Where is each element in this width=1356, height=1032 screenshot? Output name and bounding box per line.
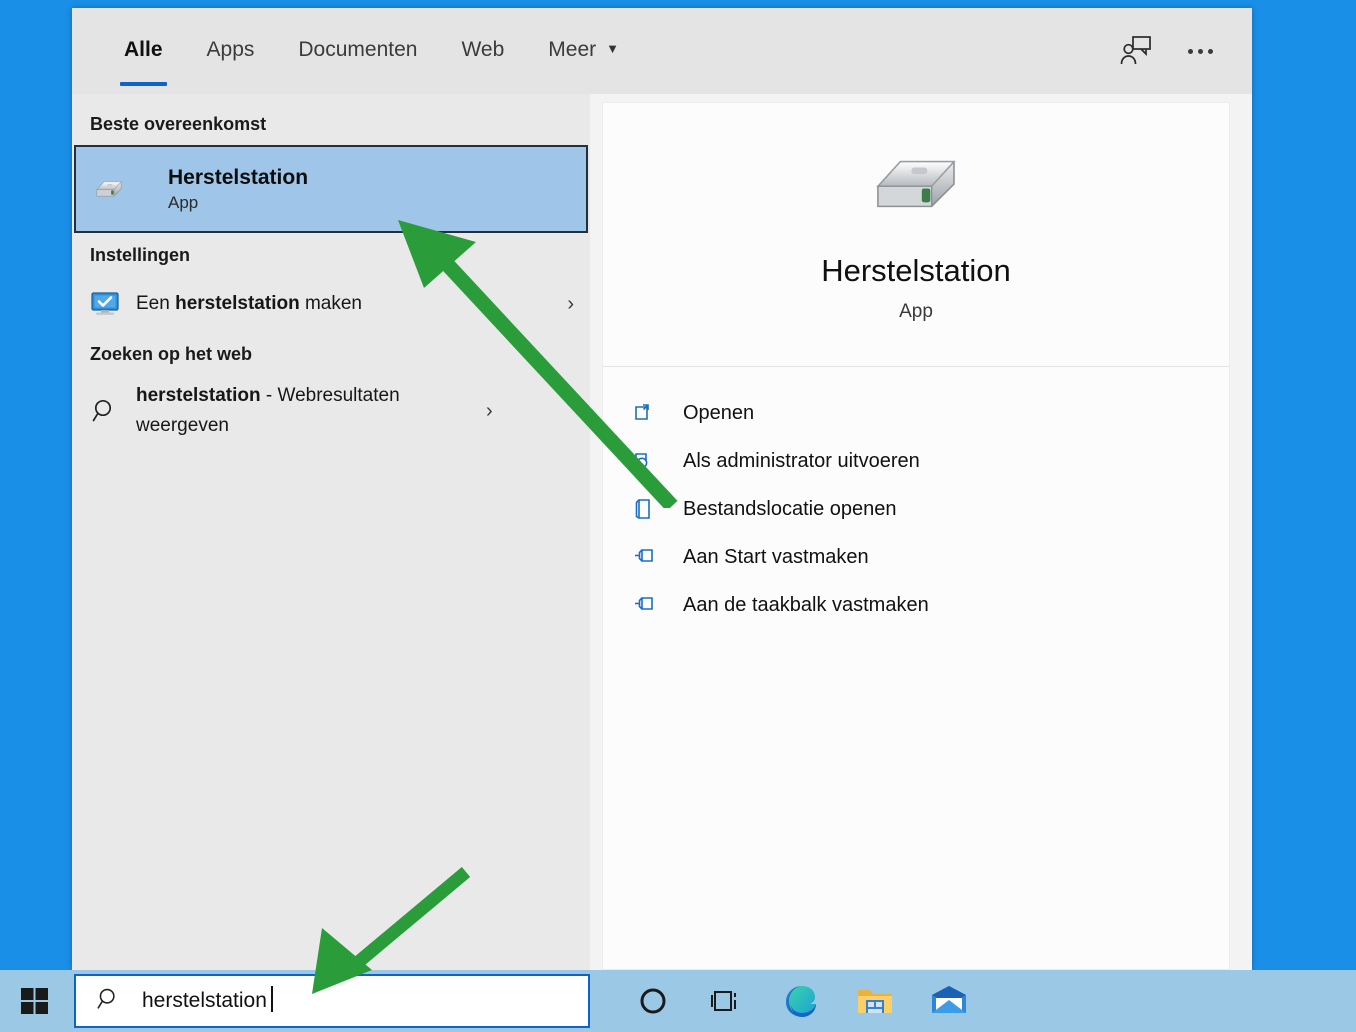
- search-tabs: Alle Apps Documenten Web Meer ▼: [72, 8, 641, 94]
- taskbar: herstelstation: [0, 970, 1356, 1032]
- label-prefix: Een: [136, 292, 176, 314]
- taskbar-icons: [616, 970, 986, 1032]
- tab-documenten[interactable]: Documenten: [276, 38, 439, 94]
- result-subtitle: App: [168, 193, 199, 213]
- label-bold: herstelstation: [175, 292, 300, 314]
- preview-actions: Openen Als administrator uitvoeren Besta…: [603, 367, 1229, 629]
- tab-web[interactable]: Web: [439, 38, 526, 94]
- preview-header: Herstelstation App: [603, 103, 1229, 367]
- action-bestandslocatie-openen[interactable]: Bestandslocatie openen: [631, 485, 1229, 533]
- search-flyout-window: Alle Apps Documenten Web Meer ▼ Beste ov…: [72, 8, 1252, 970]
- chevron-right-icon[interactable]: ›: [476, 400, 493, 423]
- preview-pane: Herstelstation App Openen Als administra…: [590, 94, 1252, 970]
- mail-icon[interactable]: [912, 970, 986, 1032]
- chevron-right-icon[interactable]: ›: [557, 293, 574, 316]
- results-pane: Beste overeenkomst Herstelstation App In…: [72, 94, 590, 970]
- result-texts: Herstelstation App: [168, 165, 308, 213]
- tab-alle-label: Alle: [124, 38, 163, 61]
- web-result-item[interactable]: herstelstation - Webresultaten weergeven…: [72, 375, 590, 448]
- preview-app-title: Herstelstation: [821, 253, 1011, 288]
- action-label: Openen: [683, 401, 755, 424]
- hard-drive-icon: [868, 146, 964, 227]
- tab-meer-label: Meer: [548, 38, 597, 61]
- header-actions: [1114, 8, 1252, 94]
- hard-drive-icon: [94, 174, 124, 204]
- search-icon: [96, 986, 122, 1017]
- dot: [1187, 48, 1193, 54]
- action-label: Bestandslocatie openen: [683, 497, 897, 520]
- folder-location-icon: [631, 494, 661, 524]
- label-bold: herstelstation: [136, 385, 261, 406]
- search-header: Alle Apps Documenten Web Meer ▼: [72, 8, 1252, 94]
- search-icon: [90, 396, 120, 426]
- web-search-heading: Zoeken op het web: [90, 344, 253, 364]
- search-input[interactable]: herstelstation: [74, 974, 590, 1028]
- result-item-herstelstation[interactable]: Herstelstation App: [74, 145, 588, 233]
- chevron-down-icon: ▼: [606, 41, 620, 56]
- cortana-icon[interactable]: [616, 970, 690, 1032]
- action-label: Aan Start vastmaken: [683, 545, 869, 568]
- action-openen[interactable]: Openen: [631, 389, 1229, 437]
- action-label: Aan de taakbalk vastmaken: [683, 593, 929, 616]
- pin-icon: [631, 590, 661, 620]
- tab-active-indicator: [120, 82, 167, 86]
- label-suffix: maken: [299, 292, 362, 314]
- action-aan-de-taakbalk-vastmaken[interactable]: Aan de taakbalk vastmaken: [631, 581, 1229, 629]
- shield-run-icon: [631, 446, 661, 476]
- search-body: Beste overeenkomst Herstelstation App In…: [72, 94, 1252, 970]
- best-match-heading: Beste overeenkomst: [90, 114, 267, 134]
- feedback-icon[interactable]: [1114, 29, 1158, 73]
- start-icon[interactable]: [0, 970, 70, 1032]
- result-title: Herstelstation: [168, 165, 309, 189]
- more-options-icon[interactable]: [1178, 29, 1222, 73]
- tab-alle[interactable]: Alle: [102, 38, 185, 94]
- tab-apps-label: Apps: [206, 38, 255, 61]
- dot: [1207, 48, 1213, 54]
- edge-browser-icon[interactable]: [764, 970, 838, 1032]
- dot: [1197, 48, 1203, 54]
- settings-item-label: Een herstelstation maken: [136, 289, 557, 319]
- file-explorer-icon[interactable]: [838, 970, 912, 1032]
- tab-meer[interactable]: Meer ▼: [526, 38, 641, 94]
- tab-apps[interactable]: Apps: [185, 38, 277, 94]
- settings-item-herstelstation-maken[interactable]: Een herstelstation maken ›: [72, 276, 590, 332]
- action-als-administrator-uitvoeren[interactable]: Als administrator uitvoeren: [631, 437, 1229, 485]
- monitor-check-icon: [90, 289, 120, 319]
- task-view-icon[interactable]: [690, 970, 764, 1032]
- settings-heading: Instellingen: [90, 245, 191, 265]
- preview-app-type: App: [899, 301, 933, 322]
- action-label: Als administrator uitvoeren: [683, 449, 920, 472]
- search-input-value: herstelstation: [142, 986, 273, 1012]
- action-aan-start-vastmaken[interactable]: Aan Start vastmaken: [631, 533, 1229, 581]
- open-icon: [631, 398, 661, 428]
- tab-documenten-label: Documenten: [298, 38, 418, 61]
- tab-web-label: Web: [461, 38, 505, 61]
- preview-card: Herstelstation App Openen Als administra…: [602, 102, 1230, 970]
- web-result-label: herstelstation - Webresultaten weergeven: [136, 381, 476, 442]
- pin-icon: [631, 542, 661, 572]
